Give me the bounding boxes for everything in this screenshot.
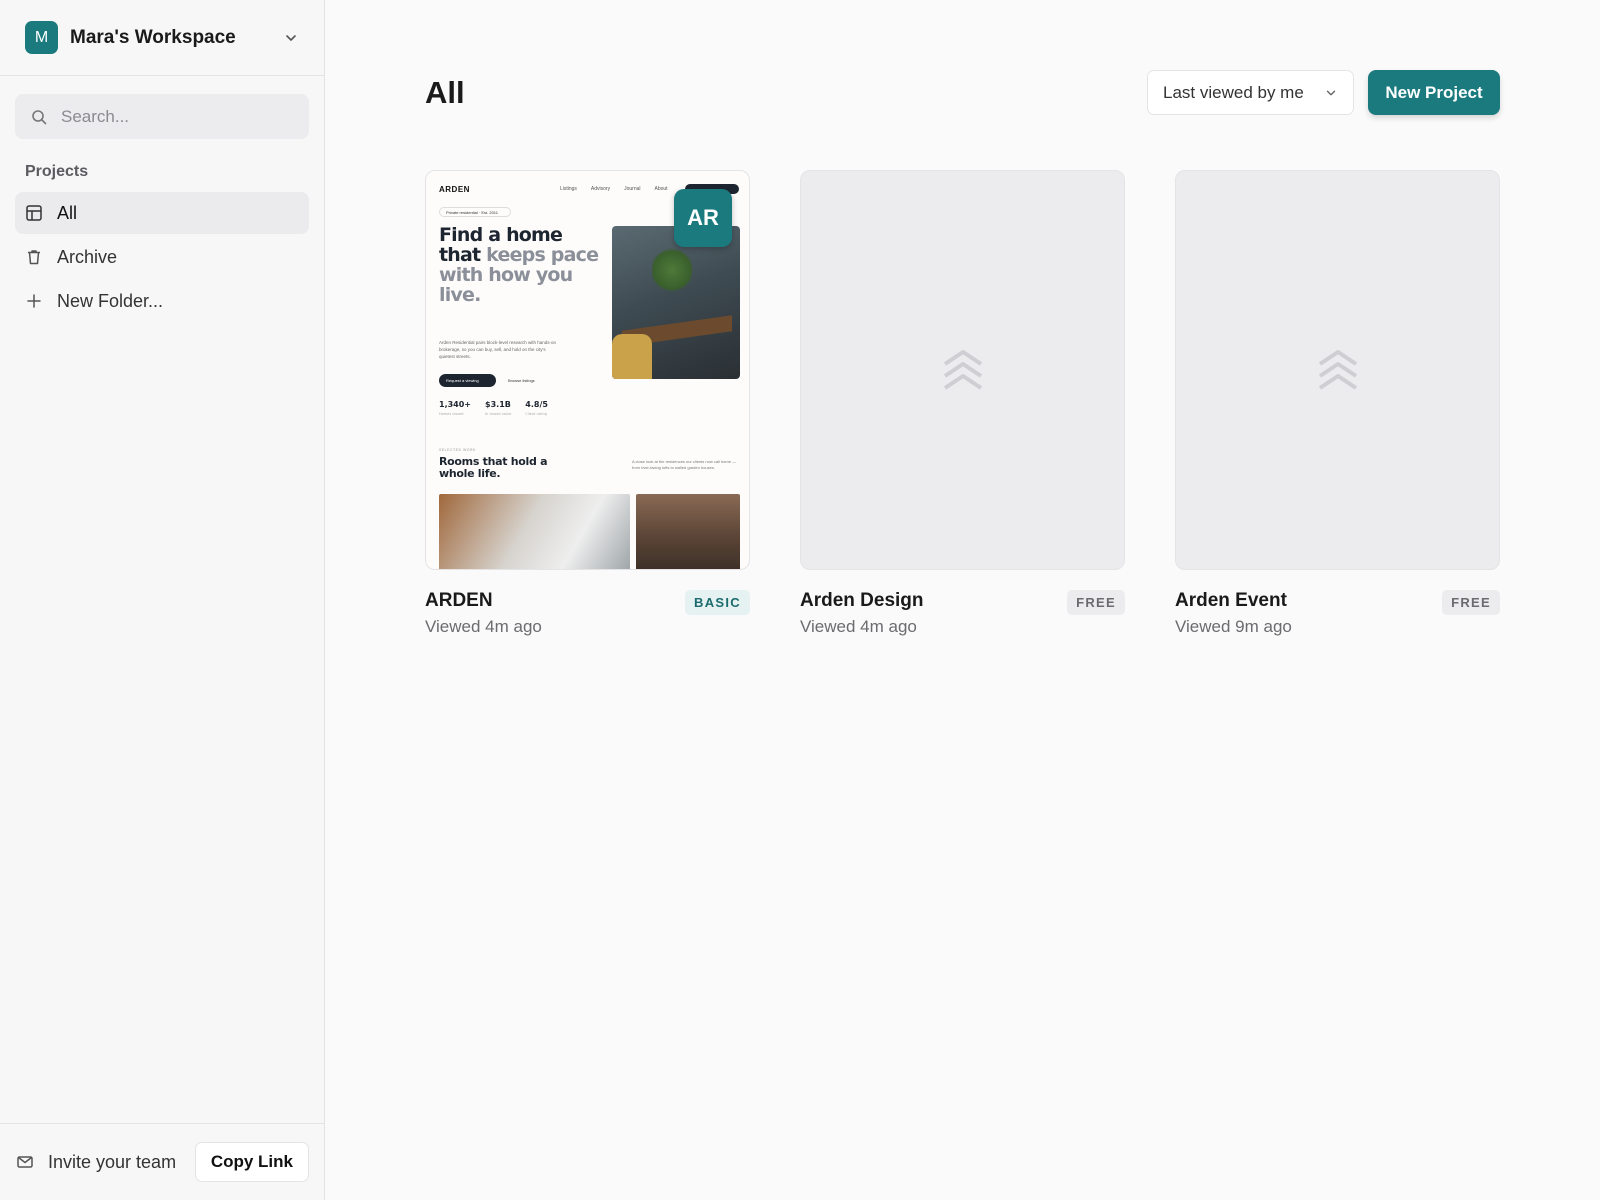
page-title: All [425,75,465,110]
sort-dropdown-value: Last viewed by me [1163,82,1304,102]
copy-link-button[interactable]: Copy Link [194,1142,309,1182]
preview-stat-label: In closed value [485,412,512,416]
preview-body-text: Arden Residential pairs block-level rese… [439,340,557,359]
sidebar-nav: All Archive New Folder... [15,192,309,324]
preview-stats: 1,340+ Homes closed $3.1B In closed value … [439,400,548,416]
search-box[interactable] [15,94,309,139]
project-thumbnail[interactable] [1175,170,1500,570]
preview-photo-plant [652,246,692,294]
project-avatar: AR [674,189,732,247]
sidebar-item-all[interactable]: All [15,192,309,234]
preview-section-title: Rooms that hold a whole life. [439,455,548,480]
projects-section-label: Projects [25,163,89,180]
project-meta: Arden Event Viewed 9m ago FREE [1175,590,1500,650]
workspace-switcher[interactable]: M Mara's Workspace [0,0,324,76]
preview-stat-value: $3.1B [485,400,511,409]
project-thumbnail[interactable] [800,170,1125,570]
preview-photo-chair [612,334,652,379]
preview-section-side-text: A close look at the residences our clien… [632,459,737,470]
sidebar-item-archive[interactable]: Archive [15,236,309,278]
project-card[interactable]: Arden Design Viewed 4m ago FREE [800,170,1125,650]
project-meta: Arden Design Viewed 4m ago FREE [800,590,1125,650]
chevron-down-icon[interactable] [283,30,299,46]
preview-nav-links: Listings Advisory Journal About [560,186,685,192]
preview-eyebrow: SELECTED WORK [439,448,476,452]
plan-badge: BASIC [685,590,750,615]
project-card[interactable]: ARDEN Listings Advisory Journal About Pr… [425,170,750,650]
chevron-down-icon [1326,90,1336,95]
search-icon [32,109,47,124]
preview-stat: $3.1B In closed value [485,400,511,416]
preview-secondary-button: Browse listings [508,378,535,383]
preview-logo: ARDEN [439,184,470,194]
preview-nav-link: Advisory [590,186,611,192]
project-viewed-time: Viewed 4m ago [800,617,917,636]
project-card[interactable]: Arden Event Viewed 9m ago FREE [1175,170,1500,650]
placeholder-logo-icon [943,350,982,390]
workspace-avatar: M [25,21,58,54]
preview-nav-link: Journal [624,186,641,192]
project-thumbnail[interactable]: ARDEN Listings Advisory Journal About Pr… [425,170,750,570]
preview-primary-button: Request a viewing [439,374,496,387]
invite-team-text: Invite your team [48,1151,177,1172]
preview-nav-link: About [654,186,668,192]
trash-icon [28,250,40,265]
preview-gallery-image [439,494,630,569]
sort-dropdown[interactable]: Last viewed by me [1147,70,1354,115]
new-project-button[interactable]: New Project [1368,70,1500,115]
preview-stat-value: 4.8/5 [525,400,548,409]
search-input[interactable] [61,106,281,127]
preview-headline: Find a home that keeps pace with how you… [439,225,599,305]
plan-badge: FREE [1442,590,1500,615]
mail-icon [17,1156,33,1168]
workspace-name: Mara's Workspace [70,26,236,48]
project-viewed-time: Viewed 9m ago [1175,617,1292,636]
preview-gallery-image [636,494,740,569]
plus-icon [27,294,41,308]
sidebar-item-label: Archive [57,246,118,267]
sidebar-item-label: New Folder... [57,290,164,311]
preview-hero-photo [612,226,740,379]
sidebar: M Mara's Workspace Projects All Archive … [0,0,325,1200]
grid-icon [26,205,42,221]
sidebar-item-new-folder[interactable]: New Folder... [15,280,309,322]
preview-stat: 1,340+ Homes closed [439,400,471,416]
placeholder-logo-icon [1318,350,1357,390]
preview-stat: 4.8/5 Client rating [525,400,548,416]
preview-stat-value: 1,340+ [439,400,472,409]
sidebar-item-label: All [57,202,78,223]
project-meta: ARDEN Viewed 4m ago BASIC [425,590,750,650]
preview-stat-label: Client rating [525,412,547,416]
plan-badge: FREE [1067,590,1125,615]
preview-stat-label: Homes closed [439,412,464,416]
preview-pill: Private residential · Est. 2011 [439,207,511,217]
preview-nav-link: Listings [559,186,577,192]
project-viewed-time: Viewed 4m ago [425,617,542,636]
sidebar-footer: Invite your team Copy Link [0,1123,325,1200]
